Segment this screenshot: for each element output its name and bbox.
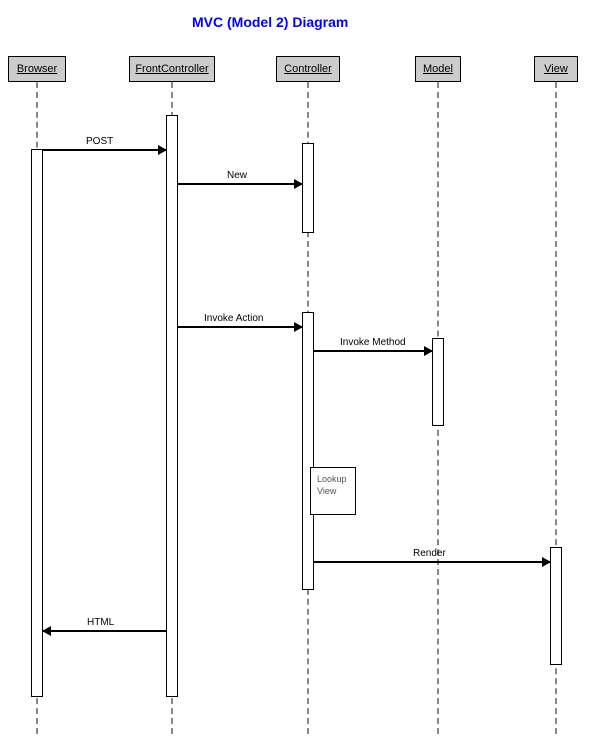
message-invoke-method-arrow [314,350,432,352]
activation-controller-invoke [302,312,314,590]
participant-controller-label: Controller [284,63,332,75]
participant-controller: Controller [276,56,340,82]
participant-model-label: Model [423,63,453,75]
participant-view: View [534,56,578,82]
participant-front-controller-label: FrontController [135,63,208,75]
participant-view-label: View [544,63,568,75]
activation-browser [31,149,43,697]
message-new-label: New [227,170,247,181]
message-render-label: Render [413,548,446,559]
activation-front-controller [166,115,178,697]
diagram-title: MVC (Model 2) Diagram [192,14,348,30]
note-lookup-view: Lookup View [310,467,356,515]
participant-front-controller: FrontController [129,56,215,82]
participant-browser: Browser [8,56,66,82]
message-post-arrow [43,149,166,151]
participant-browser-label: Browser [17,63,57,75]
participant-model: Model [415,56,461,82]
mvc-sequence-diagram: MVC (Model 2) Diagram Browser FrontContr… [0,0,597,738]
message-new-arrow [178,183,302,185]
message-invoke-method-label: Invoke Method [340,337,406,348]
message-invoke-action-label: Invoke Action [204,313,263,324]
message-render-arrow [314,561,550,563]
activation-model [432,338,444,426]
message-html-label: HTML [87,617,114,628]
activation-controller-new [302,143,314,233]
note-lookup-view-text: Lookup View [317,474,347,496]
message-post-label: POST [86,136,113,147]
message-invoke-action-arrow [178,326,302,328]
message-html-arrow [43,630,166,632]
activation-view [550,547,562,665]
